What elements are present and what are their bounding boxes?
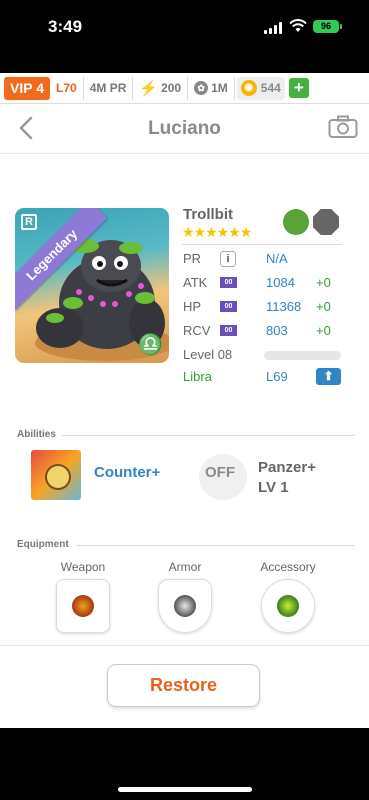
weapon-label: Weapon [60,560,106,574]
vip-badge[interactable]: VIP 4 [4,76,50,100]
monster-detail-panel: Luciano Legendary R ♎ Trollbit ★★★★★★ PR… [0,104,369,728]
ability-name-line: Panzer+ [258,459,316,476]
stat-tag: 00 [220,277,237,288]
level-row: Level 08 [183,346,353,364]
stat-value: 11368 [266,299,302,314]
pets-value: 1M [211,80,228,95]
page-title: Luciano [148,118,221,139]
nav-bar: Luciano [0,104,369,154]
leaf-element-icon [283,209,309,235]
lightning-icon: ⚡ [139,79,159,97]
coin-icon: ◉ [240,80,257,96]
coin-value: 544 [260,81,281,95]
libra-icon: ♎ [138,334,163,356]
equipment-header: Equipment [17,539,69,550]
restore-button[interactable]: Restore [107,664,260,707]
monster-card-image[interactable]: Legendary R ♎ [15,208,169,363]
energy-value: 200 [161,80,182,95]
counter-ability-icon[interactable] [31,450,81,500]
armor-icon [174,595,196,617]
ability-off-label: OFF [205,464,235,481]
stat-tag: 00 [220,301,237,312]
battery-icon: 96 [313,20,342,33]
stat-bonus: +0 [316,275,331,290]
rarity-badge: R [21,214,37,230]
screen: 3:49 96 VIP 4 L70 4M PR ⚡ 200 ✿ 1M ◉ 544… [0,0,369,800]
weapon-slot[interactable] [56,579,110,633]
divider [62,435,355,436]
rock-element-icon [313,209,339,235]
stat-value: N/A [266,251,288,266]
monster-name: Trollbit [183,206,233,223]
stat-value: 1084 [266,275,295,290]
status-bar: 3:49 96 [0,0,369,62]
abilities-header: Abilities [17,429,56,440]
stat-label: HP [183,299,202,314]
divider [0,645,369,646]
level-progress-bar [264,351,341,360]
stat-label: ATK [183,275,208,290]
game-resource-bar: VIP 4 L70 4M PR ⚡ 200 ✿ 1M ◉ 544 + [0,73,369,104]
sign-level: L69 [266,369,288,384]
ability-level-line: LV 1 [258,479,289,496]
divider [76,545,355,546]
add-coins-button[interactable]: + [288,78,309,98]
accessory-slot[interactable] [261,579,315,633]
power-rating: 4M PR [84,76,134,100]
armor-label: Armor [168,560,202,574]
stat-row-hp: HP 00 11368 +0 [183,298,353,316]
pets-counter: ✿ 1M [188,76,235,100]
wifi-icon [289,19,307,32]
player-level: L70 [50,76,84,100]
stat-label: PR [183,251,202,266]
sign-label: Libra [183,369,212,384]
level-label: Level 08 [183,347,233,362]
camera-icon[interactable] [328,115,358,139]
weapon-icon [72,595,94,617]
coin-counter[interactable]: ◉ 544 [236,76,285,100]
stat-value: 803 [266,323,288,338]
ability-name[interactable]: Counter+ [94,464,160,481]
stat-row-pr: PR i N/A [183,250,353,268]
star-rating: ★★★★★★ [182,224,252,240]
sign-row: Libra L69 ⬆ [183,368,353,386]
info-icon[interactable]: i [220,251,236,267]
status-time: 3:49 [48,17,83,36]
stat-row-rcv: RCV 00 803 +0 [183,322,353,340]
energy-counter: ⚡ 200 [133,76,189,100]
stat-tag: 00 [220,325,237,336]
paw-icon: ✿ [194,81,209,95]
accessory-label: Accessory [260,560,316,574]
armor-slot[interactable] [158,579,212,633]
stat-bonus: +0 [316,299,331,314]
ability-name[interactable]: Panzer+ LV 1 [258,458,316,498]
accessory-icon [277,595,299,617]
cellular-signal-icon [264,22,282,34]
home-indicator[interactable] [118,787,252,792]
stat-row-atk: ATK 00 1084 +0 [183,274,353,292]
upgrade-arrow-icon[interactable]: ⬆ [316,368,341,385]
divider [182,244,342,245]
stat-bonus: +0 [316,323,331,338]
stat-label: RCV [183,323,211,338]
